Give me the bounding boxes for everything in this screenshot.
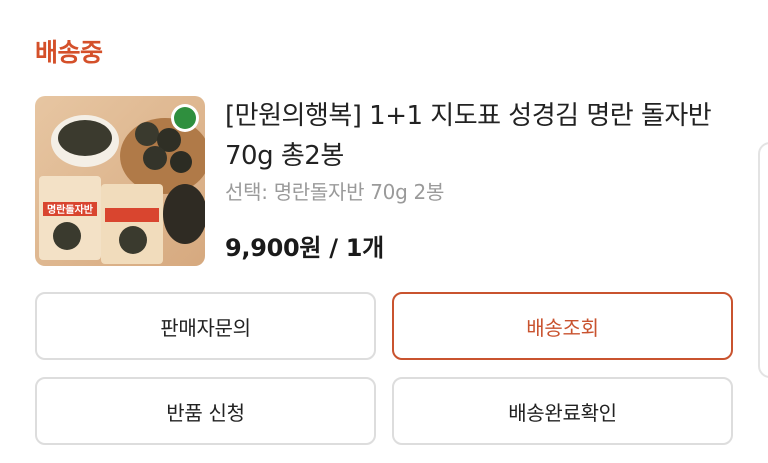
return-request-button[interactable]: 반품 신청 [35,377,376,445]
track-delivery-button[interactable]: 배송조회 [392,292,733,360]
product-option: 선택: 명란돌자반 70g 2봉 [225,180,445,204]
product-price: 9,900원 / 1개 [225,234,384,262]
product-image: 명란돌자반 [35,96,205,266]
order-card: 배송중 명란돌자반 [만원의행복] 1+1 지도표 성경김 명란 돌자반 70g… [0,0,768,463]
seller-inquiry-button[interactable]: 판매자문의 [35,292,376,360]
package-label: 명란돌자반 [47,203,94,216]
product-title[interactable]: [만원의행복] 1+1 지도표 성경김 명란 돌자반 70g 총2봉 [225,96,725,176]
next-card-edge [758,142,768,378]
product-thumbnail[interactable]: 명란돌자반 [35,96,205,266]
delivery-status: 배송중 [35,38,103,67]
confirm-delivery-button[interactable]: 배송완료확인 [392,377,733,445]
